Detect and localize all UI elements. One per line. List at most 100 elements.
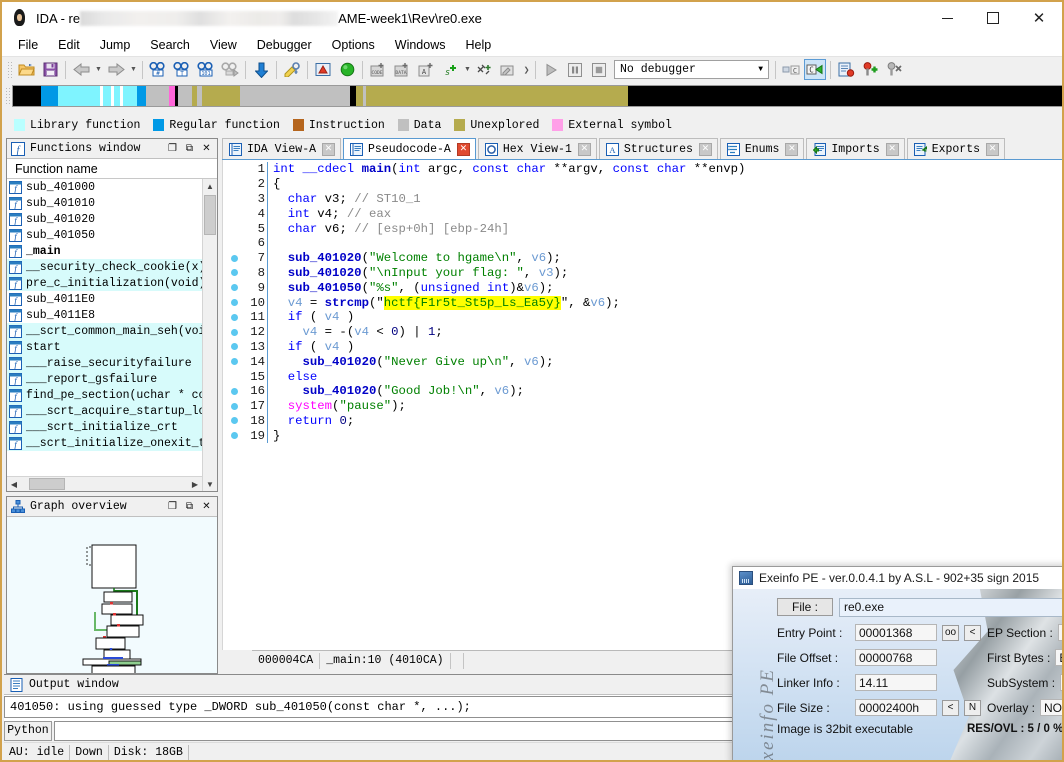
open-file-icon[interactable] [15,59,37,80]
pseudocode-line[interactable]: 6 [223,235,1062,251]
pseudocode-line[interactable]: 19} [223,428,1062,444]
python-mode-button[interactable]: Python [4,720,52,741]
function-list-item[interactable]: f ___scrt_initialize_crt [7,419,202,435]
hscroll-thumb[interactable] [29,478,65,490]
back-icon[interactable] [70,59,92,80]
back-history-dropdown[interactable]: ▼ [93,60,104,80]
pause-icon[interactable] [564,59,586,80]
functions-window-maximize[interactable]: ❐ [164,141,181,157]
exeinfo-file-size-value[interactable]: 00002400h [855,699,937,716]
tab-close-icon[interactable]: ✕ [577,142,591,156]
menu-jump[interactable]: Jump [90,36,141,54]
function-list-item[interactable]: f sub_401050 [7,227,202,243]
pseudocode-line[interactable]: 3 char v3; // ST10_1 [223,191,1062,207]
menu-help[interactable]: Help [455,36,501,54]
breakpoint-marker-icon[interactable] [223,328,245,336]
function-list-item[interactable]: f ___scrt_acquire_startup_lock [7,403,202,419]
breakpoint-marker-icon[interactable] [223,358,245,366]
menu-windows[interactable]: Windows [385,36,456,54]
edit-key-icon[interactable] [281,59,303,80]
breakpoint-marker-icon[interactable] [223,269,245,277]
exeinfo-subsystem-value[interactable]: Win C [1060,674,1062,691]
breakpoint-marker-icon[interactable] [223,254,245,262]
pseudocode-line[interactable]: 14 sub_401020("Never Give up\n", v6); [223,354,1062,370]
debugger-select[interactable]: No debugger ▼ [614,60,769,79]
breakpoint-marker-icon[interactable] [223,387,245,395]
function-list-item[interactable]: f sub_401000 [7,179,202,195]
jump-down-icon[interactable] [250,59,272,80]
exeinfo-pe-window[interactable]: Exeinfo PE - ver.0.0.4.1 by A.S.L - 902+… [732,566,1062,760]
stop-icon[interactable] [588,59,610,80]
make-union-icon[interactable] [474,59,496,80]
exeinfo-file-size-prev-button[interactable]: < [942,699,959,716]
close-button[interactable]: ✕ [1016,2,1062,34]
menu-debugger[interactable]: Debugger [247,36,322,54]
breakpoint-marker-icon[interactable] [223,432,245,440]
tab-close-icon[interactable]: ✕ [986,142,1000,156]
scroll-right-icon[interactable]: ▶ [188,477,202,491]
tab-enums[interactable]: Enums ✕ [719,138,805,159]
scroll-left-icon[interactable]: ◀ [7,477,21,491]
function-list-item[interactable]: f ___report_gsfailure [7,371,202,387]
breakpoint-marker-icon[interactable] [223,313,245,321]
make-struct-dropdown[interactable]: ▼ [462,60,473,80]
pseudocode-line[interactable]: 12 v4 = -(v4 < 0) | 1; [223,324,1062,340]
forward-icon[interactable] [105,59,127,80]
menu-search[interactable]: Search [140,36,200,54]
function-list-item[interactable]: f sub_401010 [7,195,202,211]
navigator-band[interactable]: ▼ [12,85,1062,107]
exeinfo-overlay-value[interactable]: NO 0 [1040,699,1062,716]
tab-imports[interactable]: Imports ✕ [806,138,905,159]
function-list-item[interactable]: f sub_4011E8 [7,307,202,323]
functions-window-float[interactable]: ⧉ [181,141,198,157]
minimize-button[interactable] [924,2,970,34]
breakpoint-list-icon[interactable] [835,59,857,80]
breakpoint-marker-icon[interactable] [223,284,245,292]
tab-close-icon[interactable]: ✕ [322,142,336,156]
make-code-icon[interactable]: CODE [367,59,389,80]
functions-window-close[interactable]: ✕ [198,141,215,157]
functions-hscrollbar[interactable]: ◀ ▶ [7,476,202,491]
save-icon[interactable] [39,59,61,80]
pseudocode-line[interactable]: 4 int v4; // eax [223,206,1062,222]
menu-edit[interactable]: Edit [48,36,90,54]
pseudocode-line[interactable]: 15 else [223,369,1062,384]
graph-overview-float[interactable]: ⧉ [181,499,198,515]
make-data-icon[interactable]: DATA [391,59,413,80]
delete-breakpoint-icon[interactable] [883,59,905,80]
breakpoint-marker-icon[interactable] [223,417,245,425]
function-list-item[interactable]: f __scrt_common_main_seh(void) [7,323,202,339]
pseudocode-line[interactable]: 17 system("pause"); [223,398,1062,414]
menu-file[interactable]: File [8,36,48,54]
step-into-icon[interactable]: C [780,59,802,80]
search-hex-icon[interactable]: # [147,59,169,80]
pseudocode-line[interactable]: 8 sub_401020("\nInput your flag: ", v3); [223,265,1062,281]
tab-ida-view-a[interactable]: IDA View-A ✕ [222,138,342,159]
exeinfo-entry-point-oo-button[interactable]: oo [942,624,959,641]
function-list-item[interactable]: f _main [7,243,202,259]
functions-list[interactable]: f sub_401000 f sub_401010 f sub_401020 f sub_40… [7,179,202,476]
pseudocode-line[interactable]: 7 sub_401020("Welcome to hgame\n", v6); [223,250,1062,266]
function-list-item[interactable]: f start [7,339,202,355]
function-list-item[interactable]: f __security_check_cookie(x) [7,259,202,275]
exeinfo-first-bytes-value[interactable]: E8.F2 [1055,649,1062,666]
pseudocode-line[interactable]: 2{ [223,176,1062,192]
exeinfo-entry-point-value[interactable]: 00001368 [855,624,937,641]
function-list-item[interactable]: f ___raise_securityfailure [7,355,202,371]
exeinfo-linker-info-value[interactable]: 14.11 [855,674,937,691]
menu-view[interactable]: View [200,36,247,54]
forward-history-dropdown[interactable]: ▼ [128,60,139,80]
tab-close-icon[interactable]: ✕ [785,142,799,156]
toolbar-grip[interactable] [6,59,12,80]
pseudocode-line[interactable]: 13 if ( v4 ) [223,339,1062,355]
breakpoint-marker-icon[interactable] [223,299,245,307]
scroll-down-icon[interactable]: ▼ [203,477,217,491]
toolbar-more[interactable]: ❯ [521,60,532,80]
function-list-item[interactable]: f sub_4011E0 [7,291,202,307]
function-list-item[interactable]: f find_pe_section(uchar * cons [7,387,202,403]
pseudocode-line[interactable]: 18 return 0; [223,413,1062,429]
tab-close-icon[interactable]: ✕ [885,142,899,156]
problems-icon[interactable] [312,59,334,80]
make-func-icon[interactable] [498,59,520,80]
breakpoint-marker-icon[interactable] [223,343,245,351]
